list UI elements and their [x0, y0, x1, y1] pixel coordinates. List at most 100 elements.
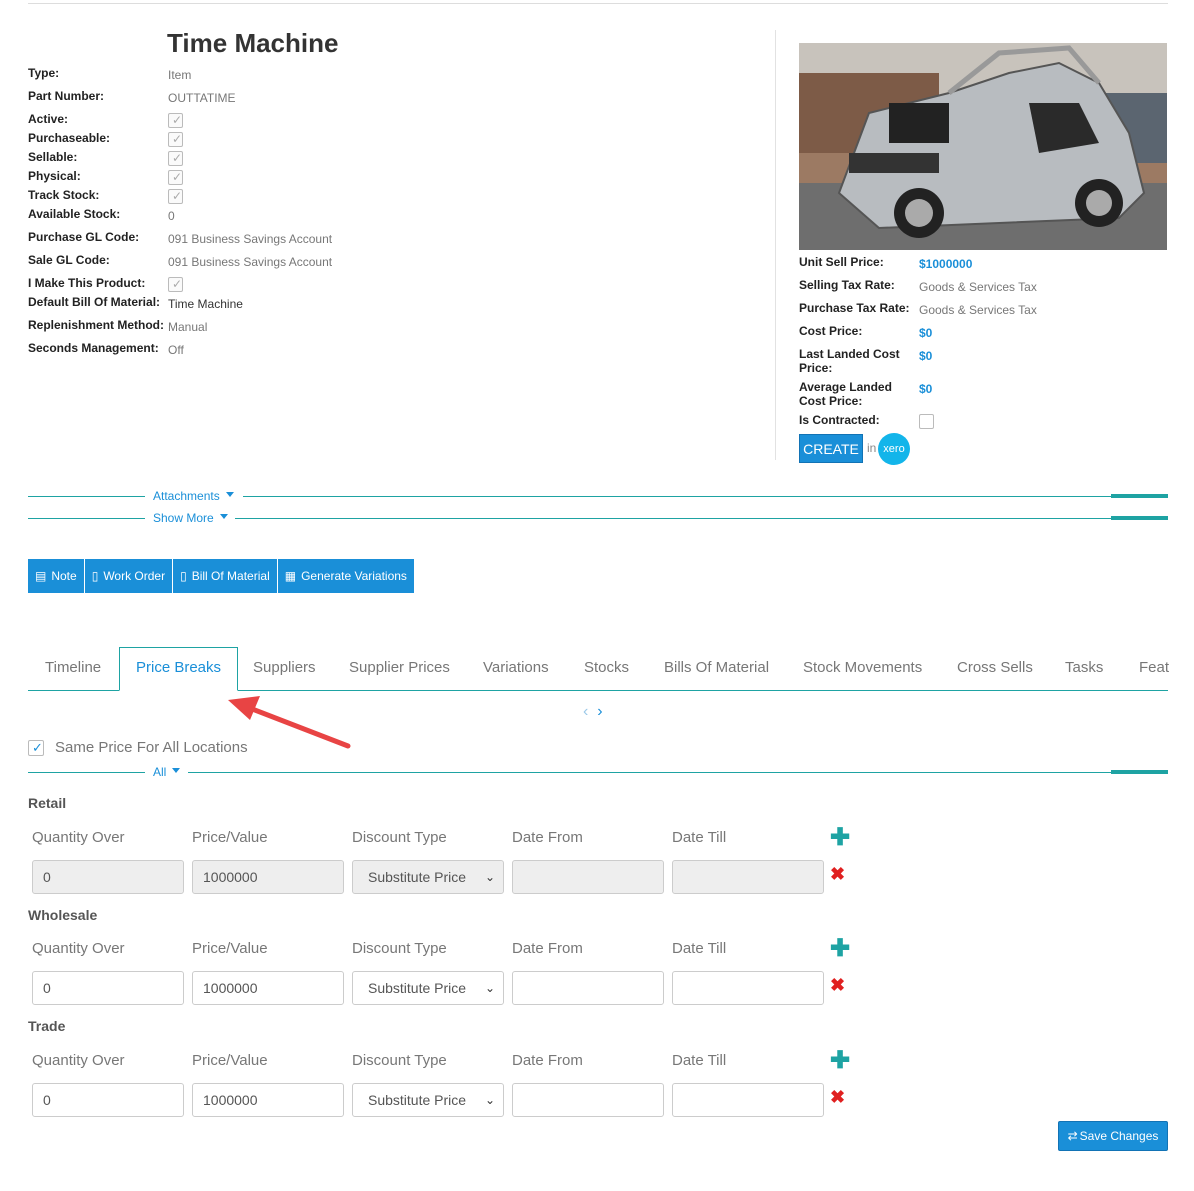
note-button[interactable]: ▤ Note: [28, 559, 85, 593]
wholesale-quantity-input[interactable]: 0: [32, 971, 184, 1005]
wholesale-date-from-input[interactable]: [512, 971, 664, 1005]
tab-supplier-prices[interactable]: Supplier Prices: [349, 659, 450, 676]
tab-stocks[interactable]: Stocks: [584, 659, 629, 676]
price-value-header: Price/Value: [192, 829, 268, 846]
attachments-label: Attachments: [153, 489, 220, 503]
check-icon: ✓: [172, 170, 183, 184]
add-row-plus-icon[interactable]: ✚: [830, 1049, 850, 1073]
note-button-label: Note: [51, 569, 77, 583]
attachments-toggle[interactable]: Attachments: [153, 489, 234, 503]
physical-checkbox[interactable]: ✓: [168, 170, 183, 185]
bill-of-material-button[interactable]: ▯ Bill Of Material: [173, 559, 278, 593]
tab-scroller: ‹ ›: [583, 703, 603, 721]
top-divider: [28, 3, 1168, 4]
date-till-header: Date Till: [672, 829, 727, 846]
generate-variations-button-label: Generate Variations: [301, 569, 407, 583]
wholesale-price-input[interactable]: 1000000: [192, 971, 344, 1005]
last-landed-cost-label: Last Landed Cost Price:: [799, 347, 900, 375]
retail-discount-select[interactable]: Substitute Price ⌄: [352, 860, 504, 894]
create-in-xero-button[interactable]: CREATE: [799, 434, 863, 463]
column-divider: [775, 30, 776, 460]
show-more-line-right: [235, 518, 1168, 519]
available-stock-label: Available Stock:: [28, 207, 121, 221]
generate-variations-button[interactable]: ▦ Generate Variations: [277, 559, 414, 593]
last-landed-cost-value[interactable]: $0: [919, 349, 932, 363]
tab-bills-of-material[interactable]: Bills Of Material: [664, 659, 769, 676]
seconds-management-label: Seconds Management:: [28, 341, 159, 355]
save-icon: ⇄: [1067, 1129, 1078, 1143]
product-title: Time Machine: [167, 28, 339, 58]
active-checkbox[interactable]: ✓: [168, 113, 183, 128]
all-bar: [1111, 770, 1168, 774]
default-bom-label: Default Bill Of Material:: [28, 295, 161, 309]
wholesale-discount-value: Substitute Price: [368, 980, 467, 996]
purchaseable-checkbox[interactable]: ✓: [168, 132, 183, 147]
quantity-over-header: Quantity Over: [32, 940, 125, 957]
tab-features[interactable]: Feat: [1139, 659, 1169, 676]
retail-quantity-input[interactable]: 0: [32, 860, 184, 894]
tab-timeline[interactable]: Timeline: [45, 659, 101, 676]
tab-stock-movements[interactable]: Stock Movements: [803, 659, 922, 676]
in-label: in: [867, 441, 877, 455]
trade-quantity-input[interactable]: 0: [32, 1083, 184, 1117]
trade-date-till-input[interactable]: [672, 1083, 824, 1117]
wholesale-discount-select[interactable]: Substitute Price ⌄: [352, 971, 504, 1005]
caret-down-icon: [172, 768, 181, 774]
trade-group-title: Trade: [28, 1018, 66, 1034]
date-from-header: Date From: [512, 1052, 583, 1069]
sellable-checkbox[interactable]: ✓: [168, 151, 183, 166]
is-contracted-label: Is Contracted:: [799, 413, 880, 427]
retail-date-from-input[interactable]: [512, 860, 664, 894]
show-more-bar: [1111, 516, 1168, 520]
tab-suppliers[interactable]: Suppliers: [253, 659, 316, 676]
check-icon: ✓: [172, 151, 183, 165]
average-landed-cost-label: Average Landed Cost Price:: [799, 380, 892, 408]
make-product-checkbox[interactable]: ✓: [168, 277, 183, 292]
add-row-plus-icon[interactable]: ✚: [830, 937, 850, 961]
attachments-line-left: [28, 496, 145, 497]
work-order-button[interactable]: ▯ Work Order: [84, 559, 174, 593]
xero-logo: xero: [878, 433, 910, 465]
chevron-right-icon[interactable]: ›: [597, 703, 602, 720]
price-value-header: Price/Value: [192, 1052, 268, 1069]
seconds-management-value: Off: [168, 343, 184, 357]
tab-tasks[interactable]: Tasks: [1065, 659, 1103, 676]
is-contracted-checkbox[interactable]: [919, 414, 934, 429]
trade-price-input[interactable]: 1000000: [192, 1083, 344, 1117]
trade-date-from-input[interactable]: [512, 1083, 664, 1117]
product-image: [799, 43, 1167, 250]
sale-gl-label: Sale GL Code:: [28, 253, 110, 267]
average-landed-cost-value[interactable]: $0: [919, 382, 932, 396]
make-product-label: I Make This Product:: [28, 276, 146, 290]
physical-label: Physical:: [28, 169, 81, 183]
wholesale-date-till-input[interactable]: [672, 971, 824, 1005]
chevron-left-icon[interactable]: ‹: [583, 703, 588, 720]
tab-variations[interactable]: Variations: [483, 659, 549, 676]
date-from-header: Date From: [512, 940, 583, 957]
purchase-tax-label: Purchase Tax Rate:: [799, 301, 910, 315]
trade-discount-select[interactable]: Substitute Price ⌄: [352, 1083, 504, 1117]
cost-price-value[interactable]: $0: [919, 326, 932, 340]
add-row-plus-icon[interactable]: ✚: [830, 826, 850, 850]
retail-price-input[interactable]: 1000000: [192, 860, 344, 894]
check-icon: ✓: [172, 189, 183, 203]
same-price-checkbox[interactable]: ✓: [28, 740, 44, 756]
purchase-gl-label: Purchase GL Code:: [28, 230, 140, 244]
unit-sell-price-value[interactable]: $1000000: [919, 257, 972, 271]
note-icon: ▤: [35, 569, 47, 583]
replenishment-label: Replenishment Method:: [28, 318, 165, 332]
tab-cross-sells[interactable]: Cross Sells: [957, 659, 1033, 676]
track-stock-checkbox[interactable]: ✓: [168, 189, 183, 204]
check-icon: ✓: [32, 740, 43, 755]
delete-row-x-icon[interactable]: ✖: [830, 864, 845, 885]
chevron-down-icon: ⌄: [484, 981, 495, 995]
tab-price-breaks[interactable]: Price Breaks: [119, 647, 239, 691]
retail-group-title: Retail: [28, 795, 67, 811]
default-bom-value[interactable]: Time Machine: [168, 297, 243, 311]
delete-row-x-icon[interactable]: ✖: [830, 1087, 845, 1108]
delete-row-x-icon[interactable]: ✖: [830, 975, 845, 996]
all-toggle[interactable]: All: [153, 765, 181, 779]
show-more-toggle[interactable]: Show More: [153, 511, 228, 525]
save-changes-button[interactable]: ⇄ Save Changes: [1058, 1121, 1168, 1151]
retail-date-till-input[interactable]: [672, 860, 824, 894]
